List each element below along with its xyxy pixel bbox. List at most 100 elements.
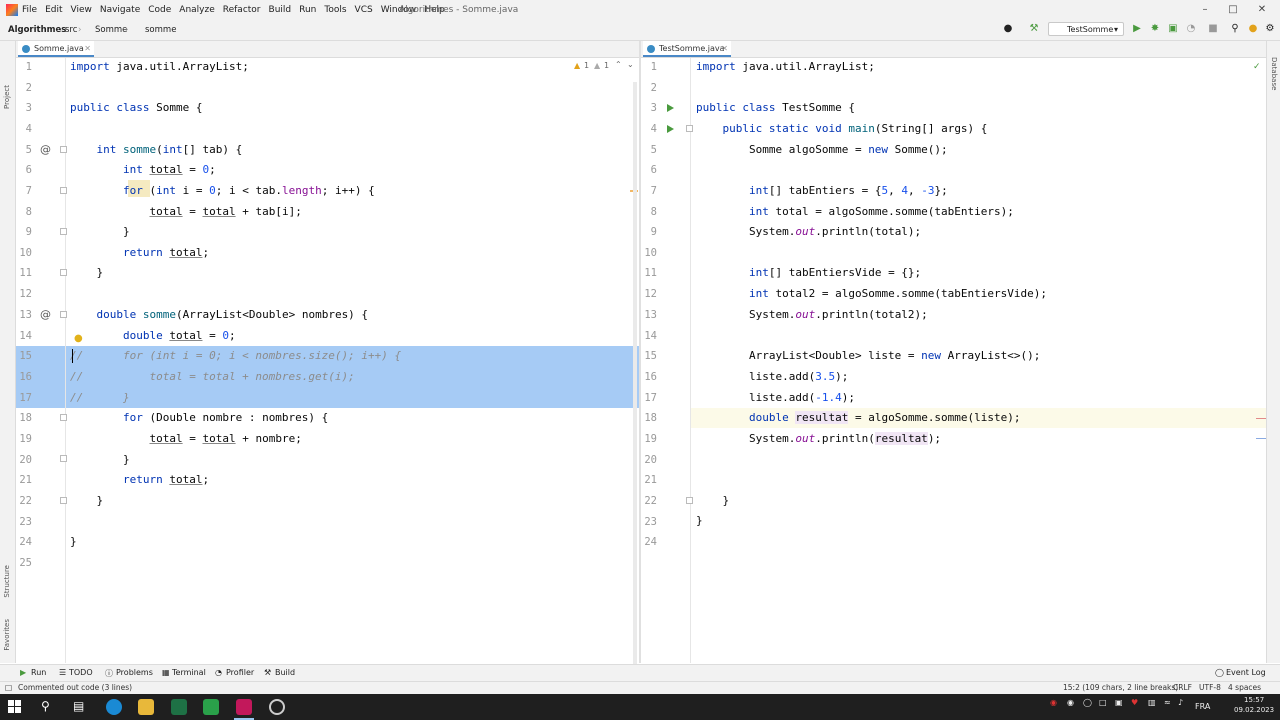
structure-tool-button[interactable]: Structure	[3, 565, 11, 598]
run-class-icon[interactable]	[667, 104, 674, 112]
fold-icon[interactable]	[60, 146, 67, 153]
menu-tools[interactable]: Tools	[324, 5, 346, 15]
fold-icon[interactable]	[60, 497, 67, 504]
search-icon[interactable]: ⚲	[41, 699, 50, 713]
excel-icon[interactable]	[171, 699, 187, 715]
run-tool-button[interactable]: Run	[31, 668, 46, 677]
edge-icon[interactable]	[106, 699, 122, 715]
line-number: 9	[650, 226, 657, 238]
menu-build[interactable]: Build	[269, 5, 292, 15]
todo-tool-button[interactable]: TODO	[69, 668, 93, 677]
fold-icon[interactable]	[686, 125, 693, 132]
scrollbar[interactable]	[633, 82, 637, 667]
menu-edit[interactable]: Edit	[45, 5, 62, 15]
debug-icon[interactable]: ✸	[1149, 23, 1161, 35]
terminal-app-icon[interactable]	[203, 699, 219, 715]
menu-analyze[interactable]: Analyze	[179, 5, 214, 15]
update-icon[interactable]: ●	[1247, 23, 1259, 35]
profiler-tool-button[interactable]: Profiler	[226, 668, 254, 677]
check-icon[interactable]: ✓	[1253, 62, 1261, 72]
override-at-icon[interactable]: @	[40, 143, 51, 156]
minimize-icon[interactable]: –	[1198, 3, 1212, 17]
close-icon[interactable]: ✕	[1255, 3, 1269, 17]
chevron-down-icon[interactable]: ⌄	[627, 60, 634, 69]
file-explorer-icon[interactable]	[138, 699, 154, 715]
close-tab-icon[interactable]: ✕	[84, 41, 91, 57]
wifi-icon[interactable]: ≈	[1164, 698, 1171, 707]
menu-view[interactable]: View	[71, 5, 92, 15]
bottom-tool-bar: ▶ Run ☰ TODO ⓘ Problems ▦ Terminal ◔ Pro…	[0, 664, 1280, 682]
tray-icon[interactable]: ◯	[1083, 698, 1092, 707]
warning-icon[interactable]: ▲	[574, 61, 580, 70]
code-line: double somme(ArrayList<Double> nombres) …	[96, 308, 369, 321]
menu-navigate[interactable]: Navigate	[100, 5, 140, 15]
menu-code[interactable]: Code	[148, 5, 171, 15]
event-log-button[interactable]: Event Log	[1226, 668, 1266, 677]
line-number: 20	[19, 454, 32, 466]
fold-icon[interactable]	[60, 269, 67, 276]
fold-icon[interactable]	[60, 311, 67, 318]
tab-somme-java[interactable]: Somme.java ✕	[18, 41, 94, 57]
run-configuration-select[interactable]: TestSomme ▾	[1048, 22, 1124, 36]
fold-icon[interactable]	[60, 187, 67, 194]
project-tool-button[interactable]: Project	[3, 85, 11, 109]
code-line: int total = 0;	[122, 163, 216, 176]
user-icon[interactable]: ●	[1002, 23, 1014, 35]
menu-run[interactable]: Run	[299, 5, 316, 15]
fold-icon[interactable]	[60, 414, 67, 421]
breadcrumb-method[interactable]: somme	[145, 25, 176, 35]
right-editor-tabs: TestSomme.java ✕	[641, 41, 1266, 58]
windows-start-icon[interactable]	[8, 700, 22, 714]
favorites-tool-button[interactable]: Favorites	[3, 619, 11, 651]
language-indicator[interactable]: FRA	[1195, 702, 1210, 711]
code-line: Somme algoSomme = new Somme();	[696, 143, 948, 156]
line-number: 20	[644, 454, 657, 466]
fold-icon[interactable]	[686, 497, 693, 504]
build-hammer-icon[interactable]: ⚒	[1028, 23, 1040, 35]
intellij-icon[interactable]	[236, 699, 252, 715]
menu-refactor[interactable]: Refactor	[223, 5, 261, 15]
weak-warning-icon[interactable]: ▲	[594, 61, 600, 70]
caret-position[interactable]: 15:2 (109 chars, 2 line breaks)	[1063, 683, 1178, 692]
obs-icon[interactable]	[269, 699, 285, 715]
maximize-icon[interactable]: □	[1226, 3, 1240, 17]
stop-icon[interactable]: ■	[1207, 23, 1219, 35]
indent-setting[interactable]: 4 spaces	[1228, 683, 1261, 692]
override-at-icon[interactable]: @	[40, 308, 51, 321]
settings-icon[interactable]: ⚙	[1264, 23, 1276, 35]
menu-vcs[interactable]: VCS	[355, 5, 373, 15]
clock-time[interactable]: 15:57	[1244, 696, 1264, 704]
profiler-icon[interactable]: ◔	[1185, 23, 1197, 35]
problems-tool-button[interactable]: Problems	[116, 668, 153, 677]
tray-icon[interactable]: ◉	[1067, 698, 1074, 707]
run-main-icon[interactable]	[667, 125, 674, 133]
code-line: public static void main(String[] args) {	[722, 122, 988, 135]
tray-shield-icon[interactable]: ♥	[1131, 698, 1138, 707]
volume-icon[interactable]: ♪	[1178, 698, 1183, 707]
line-separator[interactable]: CRLF	[1173, 683, 1192, 692]
tray-icon[interactable]: □	[1099, 698, 1107, 707]
build-tool-button[interactable]: Build	[275, 668, 295, 677]
search-icon[interactable]: ⚲	[1229, 23, 1241, 35]
fold-icon[interactable]	[60, 228, 67, 235]
breadcrumb-folder[interactable]: src	[65, 25, 77, 35]
close-tab-icon[interactable]: ✕	[721, 41, 728, 57]
code-line: return total;	[122, 246, 210, 259]
tray-icon[interactable]: ▥	[1148, 698, 1156, 707]
breadcrumb-class[interactable]: Somme	[95, 25, 127, 35]
tray-recording-icon[interactable]: ◉	[1050, 698, 1057, 707]
file-encoding[interactable]: UTF-8	[1199, 683, 1221, 692]
line-number: 25	[19, 557, 32, 569]
chevron-up-icon[interactable]: ⌃	[615, 60, 622, 69]
fold-icon[interactable]	[60, 455, 67, 462]
tab-testsomme-java[interactable]: TestSomme.java ✕	[643, 41, 731, 57]
tray-icon[interactable]: ▣	[1115, 698, 1123, 707]
run-icon[interactable]: ▶	[1131, 23, 1143, 35]
clock-date[interactable]: 09.02.2023	[1234, 706, 1274, 714]
menu-file[interactable]: File	[22, 5, 37, 15]
terminal-tool-button[interactable]: Terminal	[172, 668, 206, 677]
coverage-icon[interactable]: ▣	[1167, 23, 1179, 35]
database-tool-button[interactable]: Database	[1270, 57, 1278, 90]
task-view-icon[interactable]: ▤	[73, 699, 84, 713]
status-toggle-icon[interactable]: □	[5, 683, 12, 692]
